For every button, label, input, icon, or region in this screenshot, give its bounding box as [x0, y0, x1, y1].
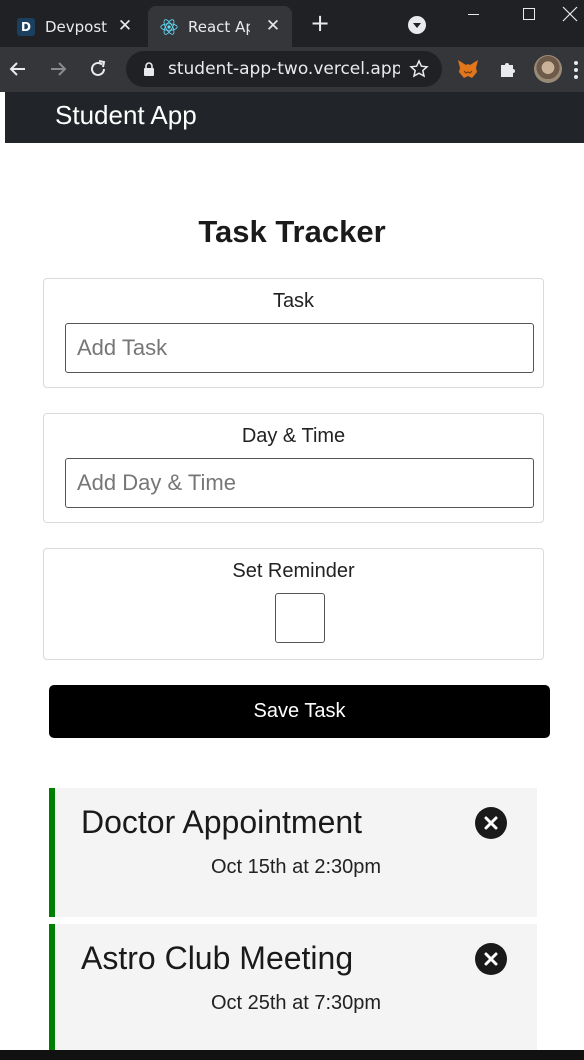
- reminder-form-group: Set Reminder: [43, 548, 544, 660]
- browser-menu-icon[interactable]: [574, 61, 578, 79]
- task-label: Task: [272, 290, 315, 312]
- app-brand[interactable]: Student App: [55, 100, 197, 131]
- minimize-window-icon[interactable]: [450, 0, 496, 28]
- task-item[interactable]: Doctor Appointment Oct 15th at 2:30pm: [49, 788, 537, 917]
- day-time-input[interactable]: [65, 458, 534, 508]
- extensions-puzzle-icon[interactable]: [496, 57, 520, 81]
- task-day-time: Oct 15th at 2:30pm: [210, 856, 382, 878]
- task-day-time: Oct 25th at 7:30pm: [210, 992, 382, 1014]
- close-tab-icon[interactable]: ✕: [116, 16, 134, 36]
- day-time-form-group: Day & Time: [43, 413, 544, 523]
- devpost-favicon-icon: D: [17, 17, 35, 36]
- tab-label: Devpost: [45, 17, 107, 36]
- back-arrow-icon[interactable]: [4, 55, 32, 83]
- profile-avatar[interactable]: [534, 55, 562, 83]
- task-title: Astro Club Meeting: [81, 940, 354, 976]
- reminder-checkbox[interactable]: [275, 593, 325, 643]
- bookmark-star-icon[interactable]: [408, 58, 430, 80]
- close-tab-icon[interactable]: ✕: [264, 16, 282, 36]
- browser-toolbar: student-app-two.vercel.app...: [0, 47, 584, 92]
- page-title: Task Tracker: [198, 214, 386, 249]
- new-tab-plus-icon[interactable]: +: [308, 11, 332, 36]
- address-bar[interactable]: student-app-two.vercel.app...: [126, 51, 442, 87]
- url-text: student-app-two.vercel.app...: [168, 59, 400, 79]
- tab-devpost[interactable]: D Devpost ✕: [8, 6, 144, 47]
- metamask-fox-icon[interactable]: [456, 57, 480, 81]
- tab-search-chevron-icon[interactable]: [408, 16, 426, 34]
- reminder-label: Set Reminder: [232, 560, 355, 582]
- close-window-icon[interactable]: [560, 0, 584, 28]
- react-favicon-icon: [160, 18, 178, 36]
- lock-icon: [142, 60, 156, 78]
- browser-tab-strip: D Devpost ✕ React App ✕ +: [0, 0, 584, 47]
- task-form-group: Task: [43, 278, 544, 388]
- taskbar-edge: [0, 1050, 584, 1060]
- forward-arrow-icon[interactable]: [44, 55, 72, 83]
- tab-react-app[interactable]: React App ✕: [148, 6, 292, 47]
- reload-icon[interactable]: [84, 55, 112, 83]
- day-time-label: Day & Time: [241, 425, 346, 447]
- tab-label: React App: [188, 17, 250, 36]
- save-task-button[interactable]: Save Task: [49, 685, 550, 738]
- delete-task-x-icon[interactable]: [475, 807, 507, 839]
- task-input[interactable]: [65, 323, 534, 373]
- task-title: Doctor Appointment: [81, 804, 363, 840]
- delete-task-x-icon[interactable]: [475, 943, 507, 975]
- maximize-window-icon[interactable]: [506, 0, 552, 28]
- app-navbar: Student App: [5, 92, 584, 143]
- task-item[interactable]: Astro Club Meeting Oct 25th at 7:30pm: [49, 924, 537, 1050]
